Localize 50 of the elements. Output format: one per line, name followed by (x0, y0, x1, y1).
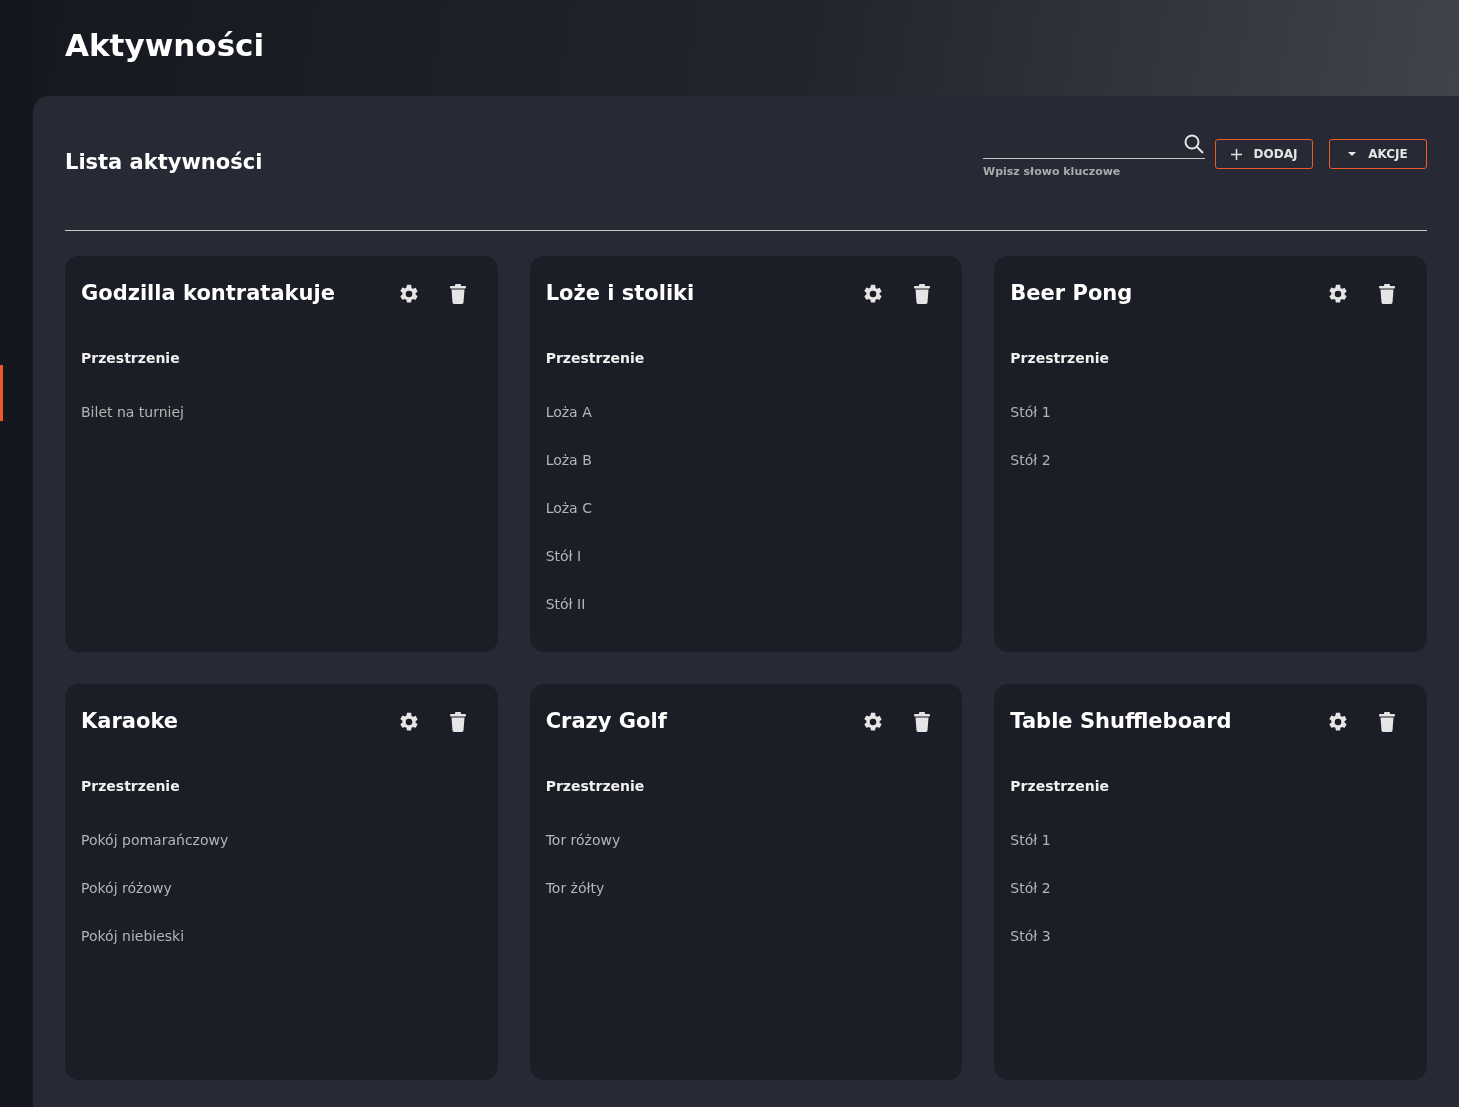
space-item: Pokój różowy (81, 878, 173, 898)
delete-icon[interactable] (449, 711, 466, 732)
space-item: Stół 3 (1010, 926, 1052, 946)
space-item: Pokój pomarańczowy (81, 830, 230, 850)
space-item: Stół 1 (1010, 830, 1052, 850)
active-indicator (0, 365, 3, 421)
section-label: Przestrzenie (545, 348, 646, 368)
search-field[interactable] (983, 133, 1205, 160)
section-label: Przestrzenie (81, 776, 181, 796)
card-title: Loże i stoliki (545, 280, 695, 307)
settings-icon[interactable] (862, 282, 885, 305)
delete-icon[interactable] (914, 711, 931, 732)
add-button[interactable]: DODAJ (1215, 139, 1313, 170)
space-item: Tor żółty (545, 878, 606, 898)
settings-icon[interactable] (862, 710, 885, 733)
caret-icon (1348, 152, 1357, 157)
space-item: Loża C (545, 498, 593, 518)
space-item: Loża B (545, 450, 593, 470)
page-title: Aktywności (64, 26, 266, 65)
section-label: Przestrzenie (1010, 348, 1110, 368)
card-title: Table Shuffleboard (1010, 708, 1232, 735)
delete-icon[interactable] (1379, 283, 1395, 304)
settings-icon[interactable] (1327, 282, 1349, 305)
settings-icon[interactable] (397, 282, 420, 305)
card-title: Crazy Golf (545, 708, 667, 735)
space-item: Stół 2 (1010, 450, 1052, 470)
settings-icon[interactable] (397, 710, 420, 733)
delete-icon[interactable] (449, 283, 466, 304)
card-title: Godzilla kontratakuje (81, 280, 335, 307)
space-item: Loża A (545, 402, 593, 422)
space-item: Bilet na turniej (81, 402, 185, 422)
plus-icon (1230, 148, 1242, 160)
card-title: Karaoke (81, 708, 179, 735)
delete-icon[interactable] (1379, 711, 1395, 732)
panel-title: Lista aktywności (65, 149, 263, 177)
space-item: Stół 1 (1010, 402, 1052, 422)
space-item: Stół I (545, 546, 583, 566)
space-item: Stół 2 (1010, 878, 1052, 898)
search-hint: Wpisz słowo kluczowe (983, 164, 1122, 181)
space-item: Stół II (545, 594, 587, 614)
space-item: Pokój niebieski (81, 926, 186, 946)
section-label: Przestrzenie (1010, 776, 1110, 796)
search-icon[interactable] (1183, 133, 1205, 156)
settings-icon[interactable] (1327, 710, 1349, 733)
section-label: Przestrzenie (545, 776, 646, 796)
delete-icon[interactable] (914, 283, 931, 304)
space-item: Tor różowy (545, 830, 622, 850)
section-label: Przestrzenie (81, 348, 181, 368)
actions-button[interactable]: AKCJE (1329, 139, 1427, 170)
card-title: Beer Pong (1010, 280, 1133, 307)
